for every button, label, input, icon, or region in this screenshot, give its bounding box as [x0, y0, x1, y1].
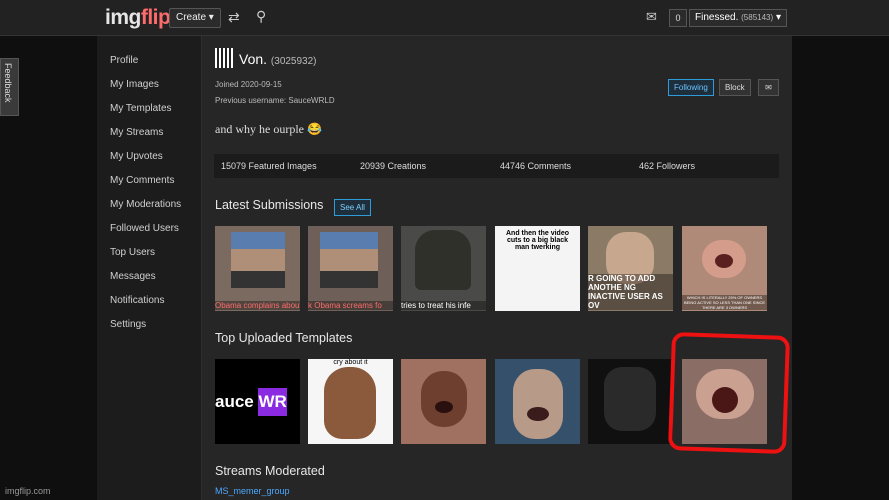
chevron-down-icon: ▾	[775, 12, 781, 23]
following-button[interactable]: Following	[668, 79, 714, 96]
profile-username: Von. (3025932)	[239, 51, 317, 67]
sidebar-item-settings[interactable]: Settings	[110, 319, 146, 330]
sidebar-item-my-streams[interactable]: My Streams	[110, 127, 163, 138]
stream-link[interactable]: MS_memer_group	[215, 486, 290, 496]
submission-thumb[interactable]: R GOING TO ADD ANOTHE NG INACTIVE USER A…	[588, 226, 673, 311]
featured-count: 15079 Featured Images	[221, 161, 317, 171]
template-thumb[interactable]	[588, 359, 673, 444]
profile-stats: 15079 Featured Images 20939 Creations 44…	[214, 154, 779, 178]
user-menu-button[interactable]: Finessed. (585143) ▾	[689, 9, 787, 27]
sidebar-item-my-images[interactable]: My Images	[110, 79, 159, 90]
message-user-icon[interactable]: ✉	[758, 79, 779, 96]
template-thumb[interactable]: auce WR	[215, 359, 300, 444]
sidebar-item-my-upvotes[interactable]: My Upvotes	[110, 151, 163, 162]
shuffle-icon[interactable]: ⇄	[228, 9, 240, 26]
create-button[interactable]: Create ▾	[169, 8, 221, 28]
notifications-count[interactable]: 0	[669, 9, 687, 27]
top-navbar: imgflip Create ▾ ⇄ ⚲ ✉ 0 Finessed. (5851…	[0, 0, 889, 36]
search-icon[interactable]: ⚲	[256, 8, 266, 25]
template-thumb[interactable]	[682, 359, 767, 444]
submission-thumb[interactable]: tries to treat his infe	[401, 226, 486, 311]
see-all-button[interactable]: See All	[334, 199, 371, 216]
streams-moderated-heading: Streams Moderated	[215, 464, 325, 478]
mail-icon[interactable]: ✉	[646, 9, 657, 25]
submission-thumb[interactable]: k Obama screams fo	[308, 226, 393, 311]
sidebar-item-notifications[interactable]: Notifications	[110, 295, 164, 306]
sidebar-item-followed-users[interactable]: Followed Users	[110, 223, 179, 234]
profile-avatar[interactable]	[215, 48, 233, 68]
sidebar-item-messages[interactable]: Messages	[110, 271, 156, 282]
previous-username: Previous username: SauceWRLD	[215, 96, 335, 105]
template-thumb[interactable]	[401, 359, 486, 444]
sidebar-item-profile[interactable]: Profile	[110, 55, 138, 66]
template-thumb[interactable]	[495, 359, 580, 444]
latest-submissions-heading: Latest Submissions	[215, 198, 324, 212]
sidebar-item-my-comments[interactable]: My Comments	[110, 175, 174, 186]
user-points: (585143)	[741, 13, 774, 22]
sidebar-item-my-moderations[interactable]: My Moderations	[110, 199, 181, 210]
feedback-tab[interactable]: Feedback	[0, 58, 19, 116]
imgflip-logo[interactable]: imgflip	[105, 6, 171, 30]
top-templates-heading: Top Uploaded Templates	[215, 331, 353, 345]
submission-thumb[interactable]: Obama complains about	[215, 226, 300, 311]
watermark: imgflip.com	[5, 486, 51, 496]
template-thumb[interactable]: cry about it	[308, 359, 393, 444]
block-button[interactable]: Block	[719, 79, 751, 96]
profile-main: Von. (3025932) Joined 2020-09-15 Previou…	[202, 36, 792, 500]
profile-bio: and why he ourple 😂	[215, 122, 322, 136]
submission-thumb[interactable]: And then the video cuts to a big black m…	[495, 226, 580, 311]
submission-thumb[interactable]: WHICH IS LITERALLY 25% OF OWNERS BEING A…	[682, 226, 767, 311]
joined-date: Joined 2020-09-15	[215, 80, 282, 89]
sidebar-item-top-users[interactable]: Top Users	[110, 247, 155, 258]
user-name: Finessed.	[695, 12, 739, 23]
creations-count: 20939 Creations	[360, 161, 427, 171]
sidebar-item-my-templates[interactable]: My Templates	[110, 103, 172, 114]
followers-count: 462 Followers	[639, 161, 696, 171]
comments-count: 44746 Comments	[500, 161, 572, 171]
sidebar: Profile My Images My Templates My Stream…	[97, 36, 202, 500]
